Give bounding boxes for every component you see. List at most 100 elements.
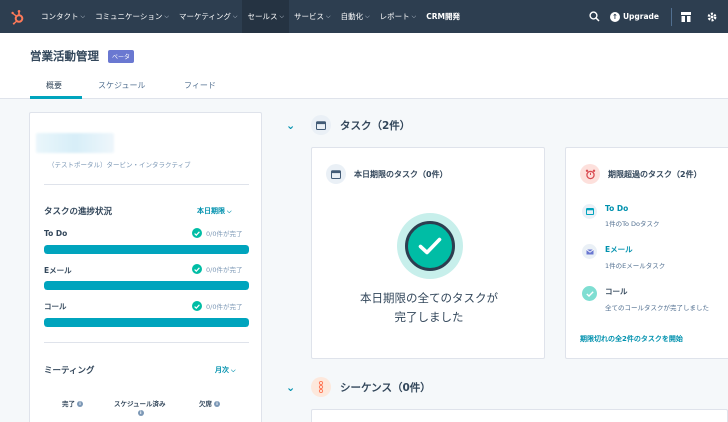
nav-communication-label: コミュニケーション (95, 12, 163, 21)
collapse-caret-icon[interactable]: ⌄ (286, 381, 302, 394)
info-icon[interactable]: i (137, 410, 144, 416)
check-icon (405, 221, 455, 271)
chevron-down-icon: ⌵ (411, 12, 417, 20)
nav-service[interactable]: サービス ⌵ (289, 0, 336, 33)
chevron-down-icon: ⌵ (279, 12, 285, 20)
overdue-tasks-card: 期限超過のタスク（2件） To Do 1件のTo Doタスク Eメール 1件のE… (565, 147, 728, 359)
alarm-clock-icon (580, 164, 600, 184)
upgrade-button[interactable]: ↑ Upgrade (609, 11, 659, 22)
summary-panel: （テストポータル）タービン・インタラクティブ タスクの進捗状況 本日期限 ⌵ To… (29, 112, 262, 422)
upgrade-label: Upgrade (622, 12, 659, 21)
progress-todo-status: 0/0件が完了 (192, 228, 242, 238)
info-icon[interactable]: i (214, 401, 220, 407)
chevron-down-icon: ⌵ (232, 12, 238, 20)
divider (44, 184, 249, 185)
tasks-section-title: タスク（2件） (340, 119, 411, 132)
page-header: 営業活動管理 ベータ 概要 スケジュール フィード (0, 33, 728, 99)
chevron-down-icon: ⌵ (231, 367, 236, 374)
overdue-call-sub: 全てのコールタスクが完了しました (605, 304, 709, 312)
meetings-col-absent: 欠席 i (199, 398, 220, 408)
nav-communication[interactable]: コミュニケーション ⌵ (90, 0, 174, 33)
overdue-email-link[interactable]: Eメール (605, 244, 665, 255)
meetings-col-scheduled-label: スケジュール済み (114, 400, 166, 408)
tab-schedule[interactable]: スケジュール (98, 80, 145, 91)
nav-marketing-label: マーケティング (178, 12, 231, 21)
overdue-item-email: Eメール 1件のEメールタスク (582, 244, 665, 270)
progress-email-bar (44, 281, 249, 290)
sequences-card (311, 409, 728, 422)
chevron-down-icon: ⌵ (227, 208, 232, 215)
all-done-message-line1: 本日期限の全てのタスクが (360, 291, 498, 305)
email-icon (582, 244, 597, 259)
portal-name: （テストポータル）タービン・インタラクティブ (48, 161, 191, 169)
meetings-col-absent-label: 欠席 (199, 400, 212, 408)
meetings-col-scheduled: スケジュール済み i (114, 398, 166, 416)
tasks-section-header[interactable]: ⌄ タスク（2件） (286, 115, 410, 135)
upgrade-arrow-icon: ↑ (609, 11, 620, 22)
nav-crm-dev[interactable]: CRM開発 (421, 0, 465, 33)
nav-divider (671, 7, 672, 26)
overdue-todo-link[interactable]: To Do (605, 204, 660, 213)
check-icon (192, 301, 202, 311)
top-navigation: コンタクト ⌵ コミュニケーション ⌵ マーケティング ⌵ セールス ⌵ サービス ⌵ 自… (0, 0, 728, 33)
check-icon (582, 286, 597, 301)
all-done-check-icon (397, 213, 463, 279)
progress-call-bar (44, 318, 249, 327)
meetings-col-completed: 完了 i (62, 398, 83, 408)
overdue-item-todo: To Do 1件のTo Doタスク (582, 204, 660, 228)
all-done-message-line2: 完了しました (394, 310, 464, 324)
task-progress-filter[interactable]: 本日期限 ⌵ (197, 206, 232, 216)
progress-email-status-text: 0/0件が完了 (206, 266, 243, 274)
nav-marketing[interactable]: マーケティング ⌵ (174, 0, 242, 33)
nav-crm-dev-label: CRM開発 (426, 12, 460, 21)
nav-contacts-label: コンタクト (41, 12, 79, 21)
overdue-tasks-title-text: 期限超過のタスク（2件） (608, 169, 702, 179)
chevron-down-icon: ⌵ (365, 12, 370, 20)
overdue-tasks-title: 期限超過のタスク（2件） (580, 164, 702, 184)
search-icon[interactable] (588, 10, 602, 24)
nav-sales[interactable]: セールス ⌵ (242, 0, 290, 33)
sequences-section-header[interactable]: ⌄ シーケンス（0件） (286, 377, 431, 397)
nav-sales-label: セールス (247, 12, 278, 21)
chevron-down-icon: ⌵ (80, 12, 86, 20)
overdue-todo-sub: 1件のTo Doタスク (605, 220, 660, 228)
user-name-blurred (36, 133, 114, 153)
meetings-col-completed-label: 完了 (62, 400, 75, 408)
check-icon (192, 264, 202, 274)
progress-call-status-text: 0/0件が完了 (206, 303, 243, 311)
hubspot-logo[interactable] (0, 0, 36, 33)
divider (44, 342, 249, 343)
overdue-item-call: コール 全てのコールタスクが完了しました (582, 286, 709, 312)
tab-feed[interactable]: フィード (184, 80, 216, 91)
page-title: 営業活動管理 (30, 49, 99, 63)
progress-todo-bar (44, 245, 249, 254)
today-tasks-title-text: 本日期限のタスク（0件） (354, 169, 448, 179)
active-tab-indicator (30, 96, 82, 99)
nav-automation[interactable]: 自動化 ⌵ (336, 0, 375, 33)
progress-todo-bar-fill (44, 245, 249, 254)
tab-overview[interactable]: 概要 (46, 80, 62, 91)
meetings-title: ミーティング (44, 366, 95, 376)
collapse-caret-icon[interactable]: ⌄ (286, 119, 302, 132)
chevron-down-icon: ⌵ (326, 12, 331, 20)
progress-email-status: 0/0件が完了 (192, 264, 242, 274)
sequences-section-title: シーケンス（0件） (340, 381, 431, 394)
start-overdue-tasks-link[interactable]: 期限切れの全2件のタスクを開始 (580, 334, 683, 344)
nav-service-label: サービス (294, 12, 325, 21)
sequence-icon (311, 377, 331, 397)
marketplace-icon[interactable] (678, 9, 694, 25)
meetings-filter[interactable]: 月次 ⌵ (215, 365, 236, 375)
check-icon (192, 228, 202, 238)
progress-email-bar-fill (44, 281, 249, 290)
overdue-call-label: コール (605, 287, 628, 296)
settings-gear-icon[interactable] (704, 9, 720, 25)
progress-call-bar-fill (44, 318, 249, 327)
calendar-icon (582, 204, 597, 219)
info-icon[interactable]: i (77, 401, 83, 407)
nav-contacts[interactable]: コンタクト ⌵ (36, 0, 90, 33)
today-tasks-card: 本日期限のタスク（0件） 本日期限の全てのタスクが 完了しました (311, 147, 545, 359)
calendar-icon (311, 115, 331, 135)
nav-reports[interactable]: レポート ⌵ (375, 0, 422, 33)
today-tasks-title: 本日期限のタスク（0件） (326, 164, 448, 184)
chevron-down-icon: ⌵ (164, 12, 169, 20)
